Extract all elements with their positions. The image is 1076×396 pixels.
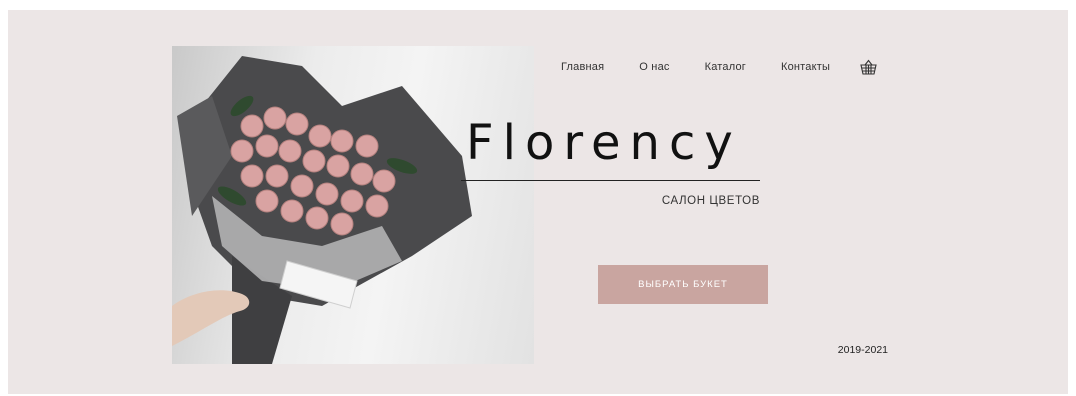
main-nav: Главная О нас Каталог Контакты bbox=[561, 59, 877, 75]
nav-item-contacts[interactable]: Контакты bbox=[781, 61, 830, 73]
nav-item-about[interactable]: О нас bbox=[639, 61, 669, 73]
brand-subtitle: САЛОН ЦВЕТОВ bbox=[661, 195, 760, 207]
nav-item-home[interactable]: Главная bbox=[561, 61, 604, 73]
brand-title: Florency bbox=[466, 115, 742, 171]
years-label: 2019-2021 bbox=[837, 344, 888, 356]
page-background bbox=[8, 10, 1068, 394]
nav-item-catalog[interactable]: Каталог bbox=[705, 61, 746, 73]
hero-bouquet-image bbox=[172, 46, 534, 364]
basket-icon[interactable] bbox=[860, 59, 877, 75]
choose-bouquet-button[interactable]: ВЫБРАТЬ БУКЕТ bbox=[598, 265, 768, 304]
brand-divider bbox=[461, 180, 760, 181]
